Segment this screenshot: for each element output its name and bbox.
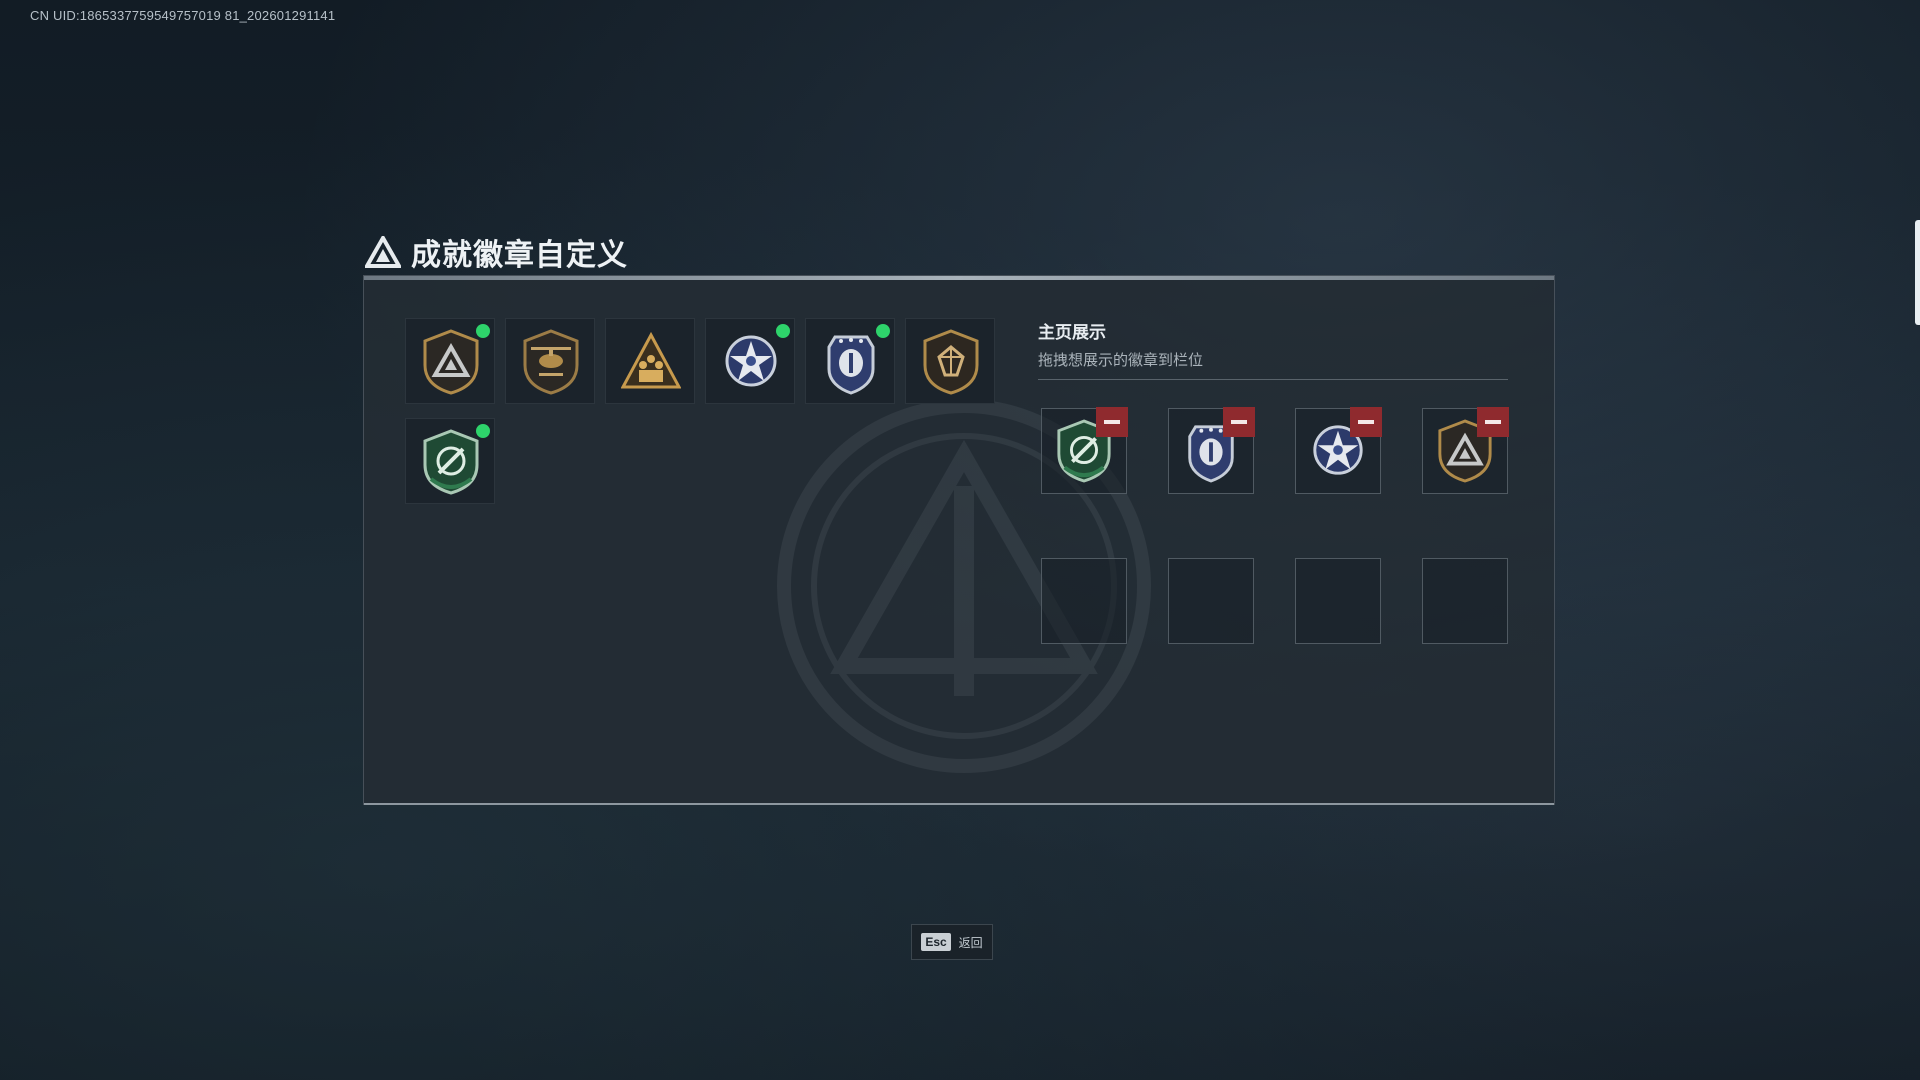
triangle-logo-icon <box>365 236 401 268</box>
back-button[interactable]: Esc 返回 <box>911 924 993 960</box>
display-slot-3[interactable] <box>1295 407 1382 494</box>
panel-title-text: 成就徽章自定义 <box>411 238 628 273</box>
equipped-indicator <box>876 324 890 338</box>
panel-title: 成就徽章自定义 <box>365 230 628 274</box>
esc-key-hint: Esc <box>921 933 951 951</box>
display-slot-1[interactable] <box>1041 407 1128 494</box>
badge-item-2[interactable] <box>505 318 595 404</box>
badge-customize-panel: 主页展示 拖拽想展示的徽章到栏位 <box>363 275 1555 805</box>
star-winged-badge-icon <box>725 335 777 387</box>
police-shield-badge-icon <box>827 335 875 395</box>
back-label: 返回 <box>958 935 983 950</box>
display-slot-7[interactable] <box>1295 558 1381 644</box>
homepage-display-title: 主页展示 <box>1038 323 1106 343</box>
badge-item-4[interactable] <box>705 318 795 404</box>
remove-badge-button[interactable] <box>1096 407 1128 437</box>
display-slot-6[interactable] <box>1168 558 1254 644</box>
triangle-shield-badge-icon <box>423 329 479 395</box>
equipped-indicator <box>476 324 490 338</box>
display-slot-5[interactable] <box>1041 558 1127 644</box>
panel-bottom-line <box>364 803 1554 805</box>
homepage-display-subtitle: 拖拽想展示的徽章到栏位 <box>1038 351 1204 369</box>
soldiers-triangle-badge-icon <box>621 331 681 389</box>
display-slot-8[interactable] <box>1422 558 1508 644</box>
remove-badge-button[interactable] <box>1223 407 1255 437</box>
side-drawer-handle[interactable] <box>1915 220 1920 325</box>
gem-shield-badge-icon <box>923 329 979 395</box>
equipped-indicator <box>476 424 490 438</box>
equipped-indicator <box>776 324 790 338</box>
display-slot-2[interactable] <box>1168 407 1255 494</box>
helicopter-shield-badge-icon <box>523 329 579 395</box>
badge-item-5[interactable] <box>805 318 895 404</box>
remove-badge-button[interactable] <box>1477 407 1509 437</box>
remove-badge-button[interactable] <box>1350 407 1382 437</box>
display-slot-4[interactable] <box>1422 407 1509 494</box>
panel-top-bar <box>364 276 1554 280</box>
green-cycle-shield-badge-icon <box>423 429 479 495</box>
homepage-display-header: 主页展示 拖拽想展示的徽章到栏位 <box>1038 318 1508 380</box>
badge-item-6[interactable] <box>905 318 995 404</box>
badge-item-7[interactable] <box>405 418 495 504</box>
badge-item-1[interactable] <box>405 318 495 404</box>
badge-item-3[interactable] <box>605 318 695 404</box>
uid-text: CN UID:1865337759549757019 81_2026012911… <box>30 8 336 23</box>
